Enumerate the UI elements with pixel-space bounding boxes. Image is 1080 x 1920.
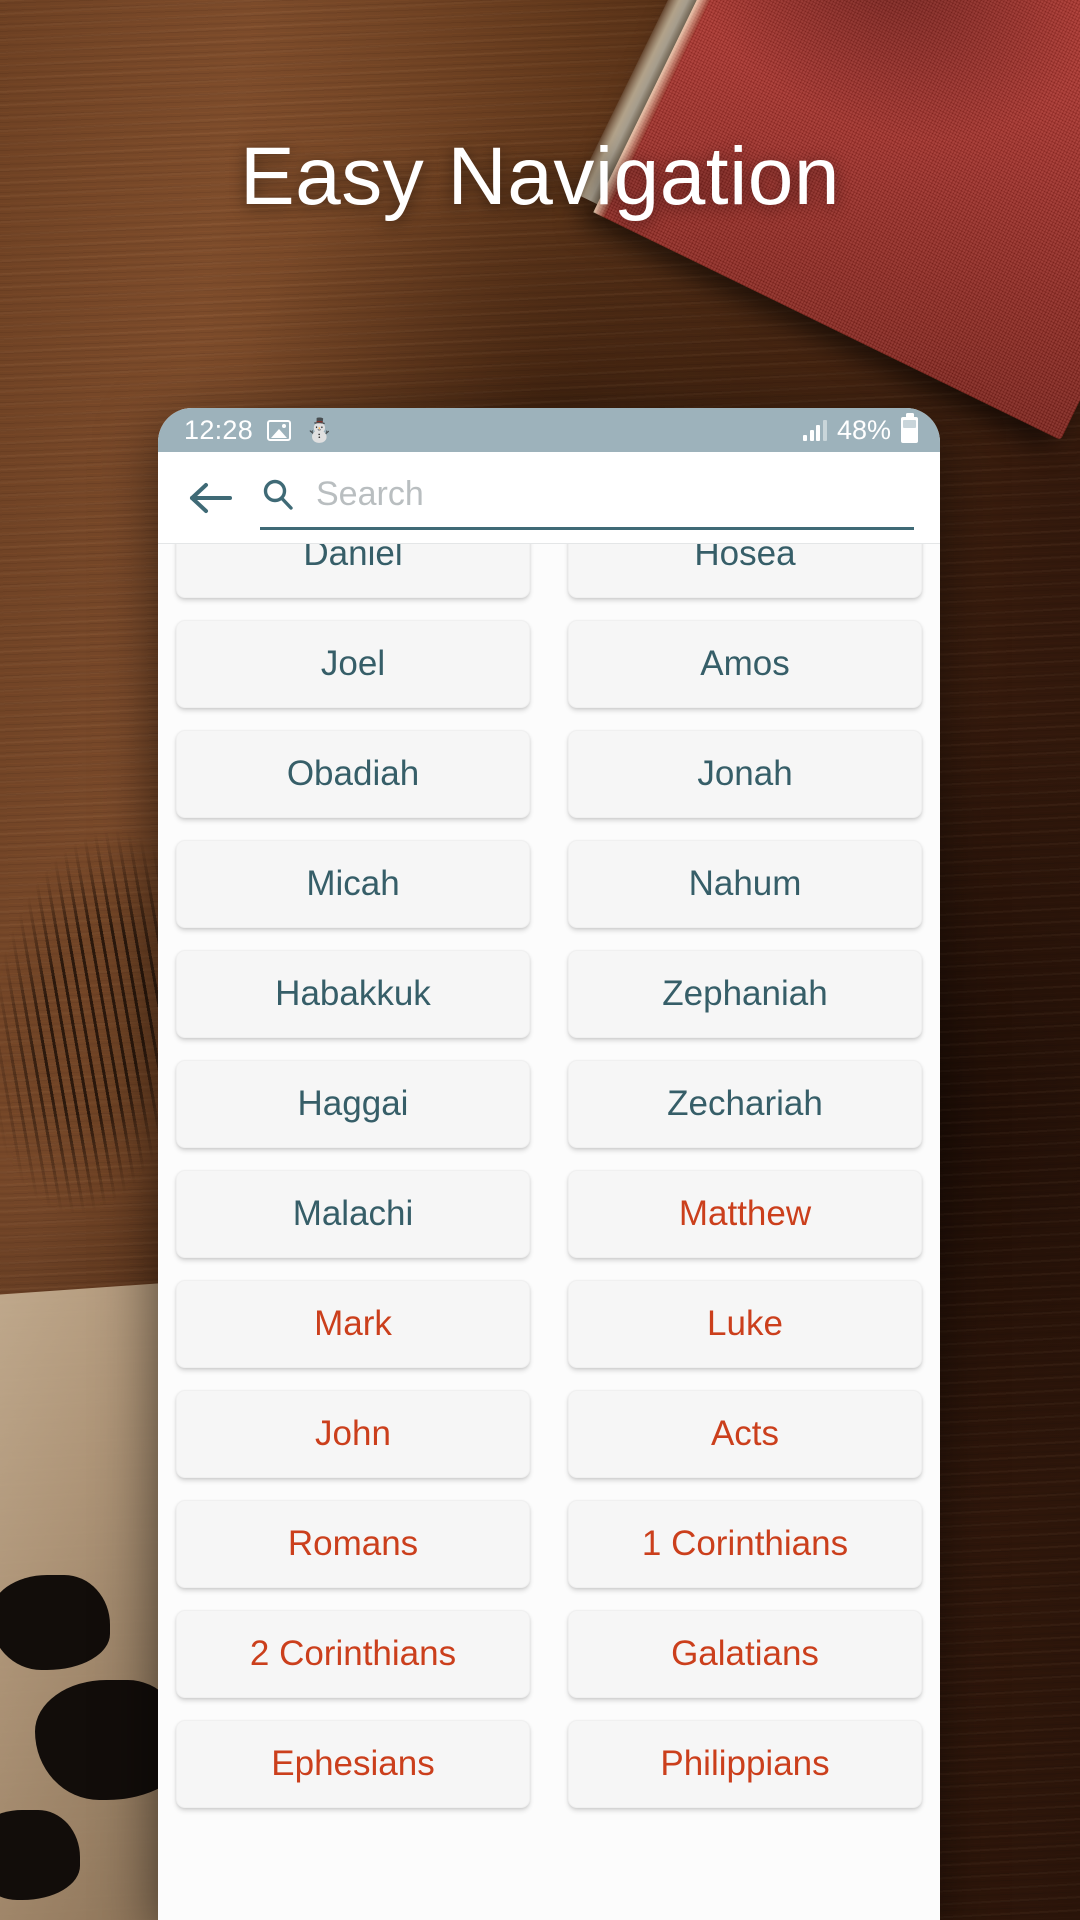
book-button[interactable]: Haggai [176,1060,530,1148]
book-button-label: John [315,1414,391,1453]
book-button-label: Zephaniah [662,974,828,1013]
book-button[interactable]: Jonah [568,730,922,818]
book-button-label: Haggai [297,1084,409,1123]
battery-icon [901,413,918,443]
ink-blot-decoration [0,1810,80,1900]
book-grid: Daniel Hosea Joel Amos Obadiah Jonah Micah Nahu… [176,544,922,1808]
ink-blot-decoration [0,1575,110,1670]
book-button-label: Micah [306,864,400,903]
book-button-label: Nahum [688,864,802,903]
book-button-label: Acts [710,1414,780,1453]
book-button-label: Galatians [671,1634,819,1673]
phone-mockup: 12:28 ⛄ 48% Search Daniel Hosea Joel Amo… [158,408,940,1920]
book-button[interactable]: Galatians [568,1610,922,1698]
snowman-icon: ⛄ [305,416,334,443]
book-button[interactable]: Nahum [568,840,922,928]
status-bar-right: 48% [803,413,918,446]
book-button[interactable]: Hosea [568,544,922,598]
book-button-label: Amos [700,644,790,683]
book-button[interactable]: Ephesians [176,1720,530,1808]
book-list-scroll-area[interactable]: Daniel Hosea Joel Amos Obadiah Jonah Micah Nahu… [158,544,940,1920]
status-clock: 12:28 [184,414,254,445]
book-button[interactable]: Obadiah [176,730,530,818]
back-button[interactable] [182,470,238,526]
promo-screenshot: Easy Navigation 12:28 ⛄ 48% Search Danie… [0,0,1080,1920]
book-button-label: Mark [314,1304,392,1343]
search-icon [260,477,296,513]
book-button-label: Matthew [678,1194,812,1233]
search-input[interactable]: Search [316,475,424,514]
book-button-label: Hosea [694,544,796,573]
book-button[interactable]: Amos [568,620,922,708]
book-button-label: Obadiah [286,754,420,793]
battery-percent-label: 48% [836,414,891,445]
book-button[interactable]: Philippians [568,1720,922,1808]
book-button-label: Zechariah [667,1084,823,1123]
promo-headline: Easy Navigation [239,131,841,222]
book-button[interactable]: Luke [568,1280,922,1368]
book-button[interactable]: Zechariah [568,1060,922,1148]
book-button-label: Philippians [660,1744,830,1783]
book-button-label: Malachi [292,1194,414,1233]
book-button[interactable]: Romans [176,1500,530,1588]
book-button[interactable]: Habakkuk [176,950,530,1038]
book-button-label: 2 Corinthians [249,1634,457,1673]
book-button[interactable]: John [176,1390,530,1478]
book-button[interactable]: Zephaniah [568,950,922,1038]
back-arrow-icon [190,483,232,513]
book-button[interactable]: 2 Corinthians [176,1610,530,1698]
photo-icon [267,419,292,441]
book-button[interactable]: 1 Corinthians [568,1500,922,1588]
book-button[interactable]: Daniel [176,544,530,598]
book-button-label: Joel [320,644,386,683]
book-button-label: Ephesians [271,1744,435,1783]
book-button-label: Habakkuk [275,974,431,1013]
book-button[interactable]: Malachi [176,1170,530,1258]
search-bar: Search [158,452,940,544]
book-button[interactable]: Joel [176,620,530,708]
status-bar: 12:28 ⛄ 48% [158,408,940,452]
book-button-label: 1 Corinthians [641,1524,849,1563]
book-button-label: Luke [707,1304,783,1343]
book-button-label: Romans [287,1524,419,1563]
book-button-label: Daniel [303,544,403,573]
status-bar-left: 12:28 ⛄ [184,415,334,446]
book-button[interactable]: Matthew [568,1170,922,1258]
book-button-label: Jonah [697,754,793,793]
book-button[interactable]: Mark [176,1280,530,1368]
search-field-wrapper[interactable]: Search [260,466,914,530]
book-button[interactable]: Acts [568,1390,922,1478]
signal-icon [803,419,827,441]
book-button[interactable]: Micah [176,840,530,928]
